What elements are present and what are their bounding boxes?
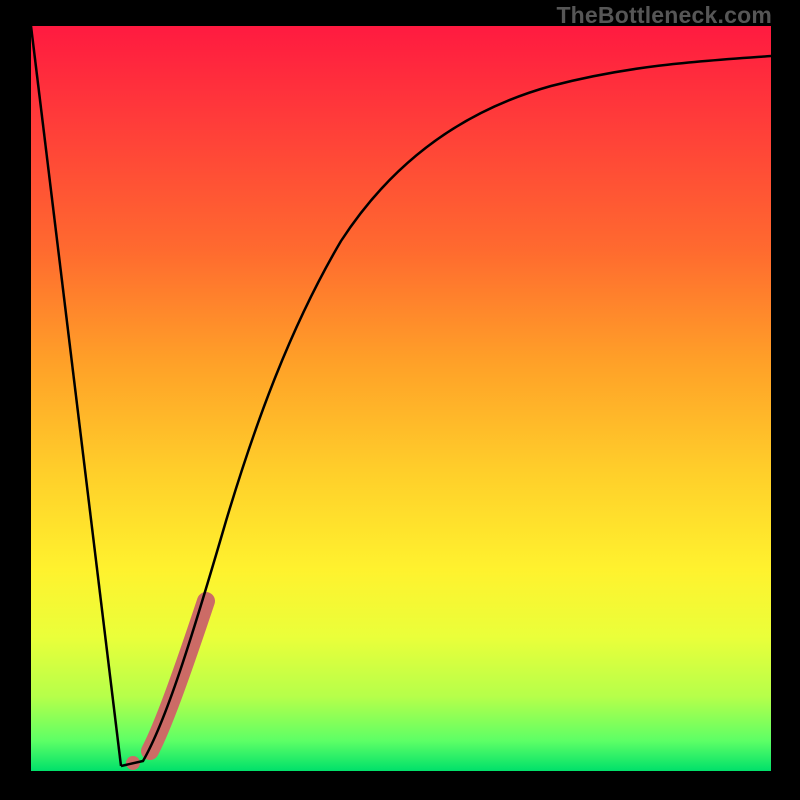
watermark-text: TheBottleneck.com — [556, 2, 772, 29]
chart-frame: TheBottleneck.com — [0, 0, 800, 800]
curve-layer — [31, 26, 771, 771]
plot-area — [31, 26, 771, 771]
main-curve — [121, 56, 771, 766]
left-linear-descent — [31, 26, 121, 766]
